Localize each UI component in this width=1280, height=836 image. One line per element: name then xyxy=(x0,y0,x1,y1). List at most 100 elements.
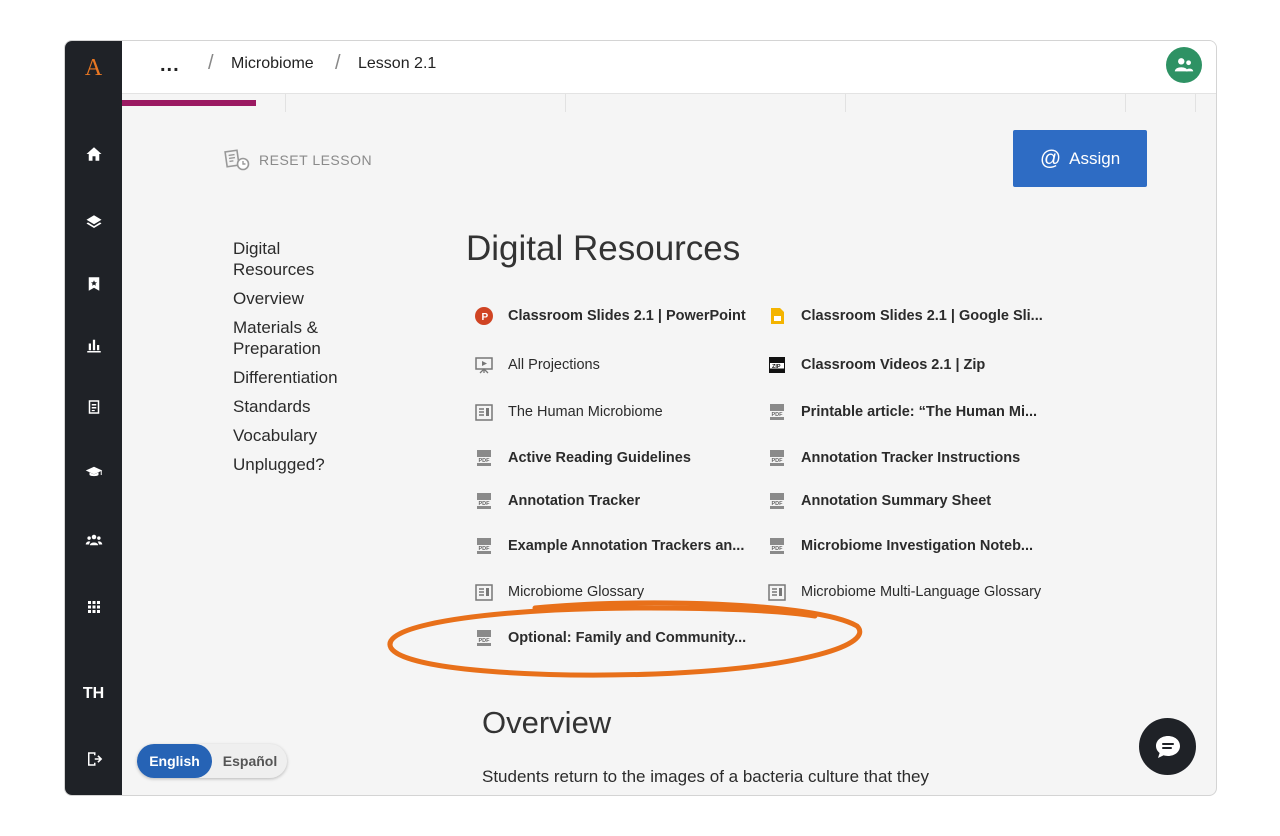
assign-button[interactable]: @ Assign xyxy=(1013,130,1147,187)
svg-text:PDF: PDF xyxy=(479,458,491,464)
breadcrumb-item-microbiome[interactable]: Microbiome xyxy=(231,55,314,73)
toc-item-overview[interactable]: Overview xyxy=(233,288,403,309)
resource-label: Annotation Tracker xyxy=(508,493,641,509)
bar-chart-icon[interactable] xyxy=(79,330,109,360)
resource-label: Example Annotation Trackers an... xyxy=(508,538,745,554)
resource-link-example-trackers[interactable]: PDF Example Annotation Trackers an... xyxy=(474,536,744,556)
resource-label: Annotation Summary Sheet xyxy=(801,493,992,509)
resource-link-family-community[interactable]: PDF Optional: Family and Community... xyxy=(474,628,746,648)
pdf-icon: PDF xyxy=(474,628,494,648)
assign-label: Assign xyxy=(1069,148,1121,168)
people-icon[interactable] xyxy=(79,525,109,555)
progress-tick xyxy=(1195,94,1196,112)
sidebar: A TH xyxy=(65,41,122,795)
resource-link-slides-google[interactable]: Classroom Slides 2.1 | Google Sli... xyxy=(767,306,1043,326)
resource-link-summary-sheet[interactable]: PDF Annotation Summary Sheet xyxy=(767,491,991,511)
resource-link-videos-zip[interactable]: ZIP Classroom Videos 2.1 | Zip xyxy=(767,355,985,375)
reset-lesson-button[interactable]: RESET LESSON xyxy=(223,148,372,172)
document-icon[interactable] xyxy=(79,392,109,422)
app-window: A TH ... / Microbiome / Lesson 2.1 RESET… xyxy=(64,40,1217,796)
svg-text:PDF: PDF xyxy=(772,412,784,418)
breadcrumb-separator: / xyxy=(335,52,341,74)
svg-text:PDF: PDF xyxy=(479,501,491,507)
progress-tick xyxy=(1125,94,1126,112)
resource-link-slides-powerpoint[interactable]: P Classroom Slides 2.1 | PowerPoint xyxy=(474,306,746,326)
resource-label: Classroom Slides 2.1 | PowerPoint xyxy=(508,308,746,324)
breadcrumb-item-lesson[interactable]: Lesson 2.1 xyxy=(358,55,436,73)
chat-bubble-icon xyxy=(1155,735,1180,758)
user-initials[interactable]: TH xyxy=(65,685,122,703)
projection-icon xyxy=(474,355,494,375)
resource-link-annotation-tracker[interactable]: PDF Annotation Tracker xyxy=(474,491,640,511)
toc-item-digital-resources[interactable]: Digital Resources xyxy=(233,238,323,280)
resource-label: Microbiome Investigation Noteb... xyxy=(801,538,1034,554)
language-spanish-button[interactable]: Español xyxy=(217,744,283,778)
progress-tick xyxy=(565,94,566,112)
resource-label: Classroom Videos 2.1 | Zip xyxy=(801,357,986,373)
apps-grid-icon[interactable] xyxy=(79,592,109,622)
svg-text:P: P xyxy=(482,312,489,323)
user-group-icon xyxy=(1174,58,1194,72)
resource-link-all-projections[interactable]: All Projections xyxy=(474,355,600,375)
resource-link-tracker-instructions[interactable]: PDF Annotation Tracker Instructions xyxy=(767,448,1020,468)
toc-item-vocabulary[interactable]: Vocabulary xyxy=(233,425,403,446)
bookmark-icon[interactable] xyxy=(79,269,109,299)
resource-link-multilanguage-glossary[interactable]: Microbiome Multi-Language Glossary xyxy=(767,582,1041,602)
resource-label: The Human Microbiome xyxy=(508,404,663,420)
layers-icon[interactable] xyxy=(79,207,109,237)
chat-button[interactable] xyxy=(1139,718,1196,775)
resource-label: Optional: Family and Community... xyxy=(508,630,747,646)
resource-link-glossary[interactable]: Microbiome Glossary xyxy=(474,582,644,602)
overview-heading: Overview xyxy=(482,705,612,740)
svg-text:PDF: PDF xyxy=(479,546,491,552)
resource-link-active-reading[interactable]: PDF Active Reading Guidelines xyxy=(474,448,691,468)
resource-label: Microbiome Glossary xyxy=(508,584,645,600)
progress-tick xyxy=(845,94,846,112)
app-logo[interactable]: A xyxy=(65,55,122,82)
pdf-icon: PDF xyxy=(767,491,787,511)
pdf-icon: PDF xyxy=(474,448,494,468)
powerpoint-icon: P xyxy=(474,306,494,326)
at-sign-icon: @ xyxy=(1039,146,1062,170)
top-bar: ... / Microbiome / Lesson 2.1 xyxy=(122,41,1216,94)
article-icon xyxy=(474,402,494,422)
overview-text: Students return to the images of a bacte… xyxy=(482,767,929,786)
resource-label: Printable article: “The Human Mi... xyxy=(801,404,1038,420)
zip-icon: ZIP xyxy=(767,355,787,375)
resource-link-investigation-notebook[interactable]: PDF Microbiome Investigation Noteb... xyxy=(767,536,1033,556)
article-icon xyxy=(767,582,787,602)
progress-tick xyxy=(285,94,286,112)
pdf-icon: PDF xyxy=(474,491,494,511)
pdf-icon: PDF xyxy=(767,448,787,468)
lesson-progress-bar xyxy=(122,94,1216,112)
toc-item-materials[interactable]: Materials & Preparation xyxy=(233,317,343,359)
toc-item-unplugged[interactable]: Unplugged? xyxy=(233,454,403,475)
resource-link-human-microbiome[interactable]: The Human Microbiome xyxy=(474,402,663,422)
resource-link-printable-article[interactable]: PDF Printable article: “The Human Mi... xyxy=(767,402,1037,422)
article-icon xyxy=(474,582,494,602)
resource-label: Active Reading Guidelines xyxy=(508,450,691,466)
google-slides-icon xyxy=(767,306,787,326)
resource-label: Annotation Tracker Instructions xyxy=(801,450,1021,466)
resource-label: Microbiome Multi-Language Glossary xyxy=(801,584,1042,600)
pdf-icon: PDF xyxy=(767,536,787,556)
resource-label: All Projections xyxy=(508,357,600,373)
language-toggle: English Español xyxy=(137,744,287,778)
graduation-cap-icon[interactable] xyxy=(79,457,109,487)
reset-lesson-label: RESET LESSON xyxy=(259,152,373,168)
breadcrumb-more-button[interactable]: ... xyxy=(160,54,180,77)
lesson-progress-fill xyxy=(122,100,256,106)
resource-label: Classroom Slides 2.1 | Google Sli... xyxy=(801,308,1043,324)
toc-item-standards[interactable]: Standards xyxy=(233,396,403,417)
logout-icon[interactable] xyxy=(79,744,109,774)
toc-item-differentiation[interactable]: Differentiation xyxy=(233,367,403,388)
svg-text:PDF: PDF xyxy=(772,501,784,507)
svg-text:ZIP: ZIP xyxy=(772,364,781,370)
svg-text:PDF: PDF xyxy=(479,638,491,644)
avatar[interactable] xyxy=(1166,47,1202,83)
breadcrumb-separator: / xyxy=(208,52,214,74)
home-icon[interactable] xyxy=(79,139,109,169)
svg-text:PDF: PDF xyxy=(772,458,784,464)
digital-resources-heading: Digital Resources xyxy=(466,229,741,268)
language-english-button[interactable]: English xyxy=(137,744,212,778)
